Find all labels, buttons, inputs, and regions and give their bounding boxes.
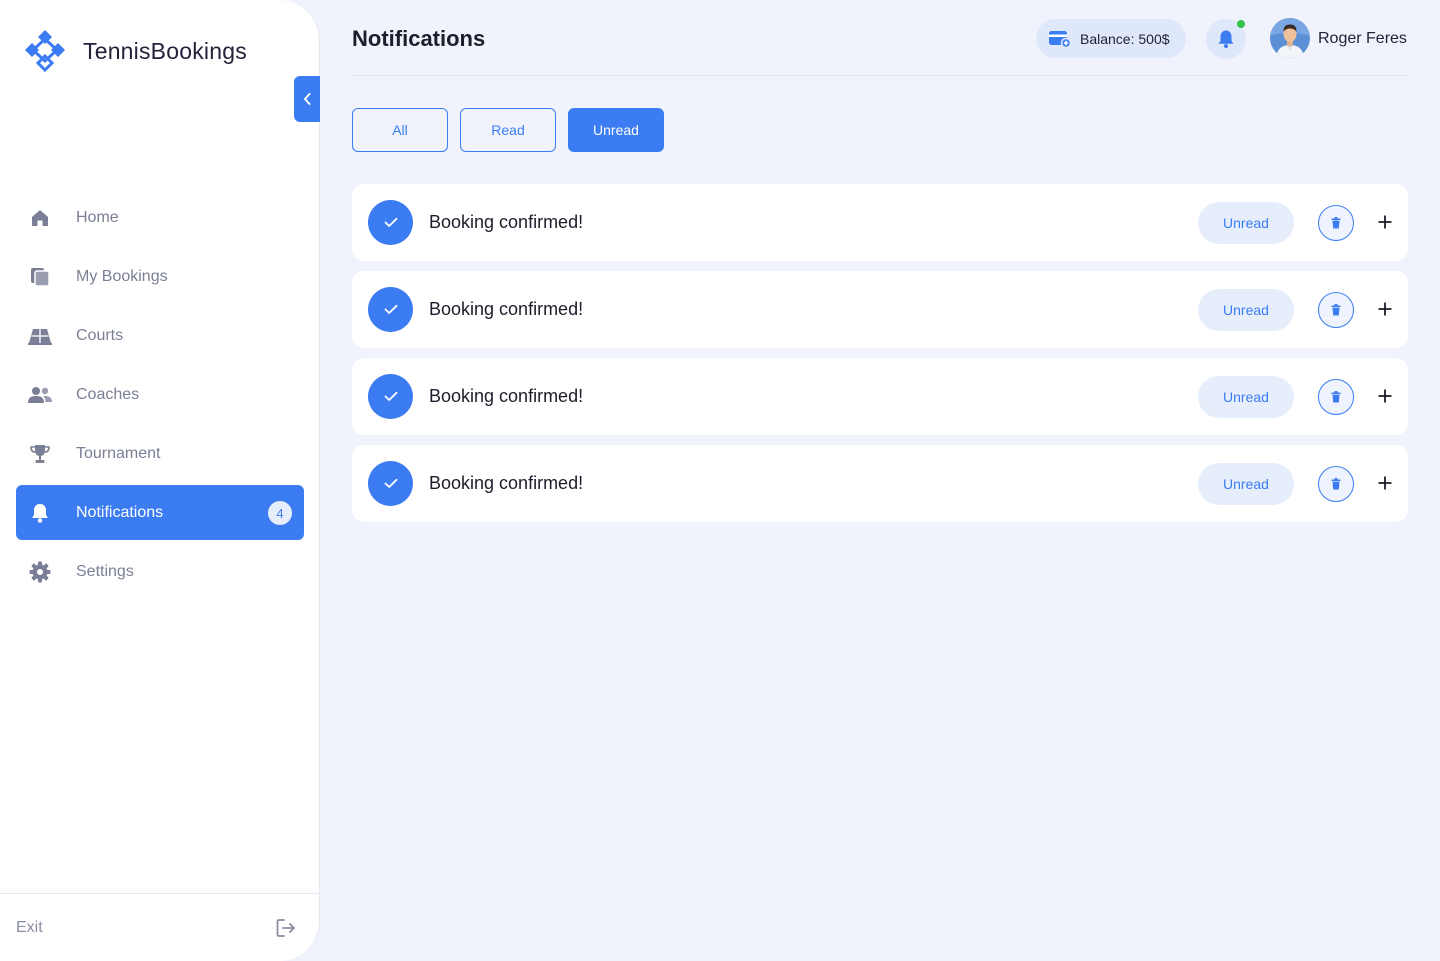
delete-button[interactable]	[1318, 292, 1354, 328]
balance-button[interactable]: Balance: 500$	[1036, 19, 1186, 58]
people-icon	[28, 383, 52, 407]
brand-name: TennisBookings	[83, 37, 247, 64]
sidebar-item-label: Tournament	[76, 444, 161, 462]
wallet-add-icon	[1049, 30, 1071, 48]
balance-text: Balance: 500$	[1080, 30, 1170, 47]
filter-all-button[interactable]: All	[352, 108, 448, 152]
mark-status-button[interactable]: Unread	[1198, 202, 1294, 244]
bell-icon	[1218, 30, 1234, 48]
check-icon	[368, 287, 413, 332]
trash-icon	[1331, 217, 1341, 229]
check-icon	[368, 461, 413, 506]
plus-icon	[1378, 302, 1392, 316]
sidebar-item-courts[interactable]: Courts	[16, 308, 304, 363]
unread-indicator-dot	[1237, 20, 1245, 28]
trophy-icon	[28, 442, 52, 466]
notification-title: Booking confirmed!	[429, 212, 584, 232]
sidebar-item-notifications[interactable]: Notifications 4	[16, 485, 304, 540]
delete-button[interactable]	[1318, 466, 1354, 502]
delete-button[interactable]	[1318, 379, 1354, 415]
mark-status-button[interactable]: Unread	[1198, 376, 1294, 418]
exit-label: Exit	[16, 918, 43, 936]
logout-icon	[276, 918, 295, 937]
avatar[interactable]	[1270, 18, 1310, 58]
exit-button[interactable]: Exit	[0, 893, 319, 961]
sidebar: TennisBookings Home My Bookings Courts C…	[0, 0, 320, 961]
home-icon	[28, 206, 52, 230]
plus-icon	[1378, 389, 1392, 403]
sidebar-item-label: Coaches	[76, 385, 140, 403]
sidebar-item-label: Courts	[76, 326, 124, 344]
expand-button[interactable]	[1374, 211, 1396, 233]
notification-item[interactable]: Booking confirmed! Unread	[352, 184, 1408, 261]
mark-status-button[interactable]: Unread	[1198, 463, 1294, 505]
filter-unread-button[interactable]: Unread	[568, 108, 664, 152]
mark-status-button[interactable]: Unread	[1198, 289, 1294, 331]
sidebar-item-home[interactable]: Home	[16, 190, 304, 245]
user-name[interactable]: Roger Feres	[1318, 30, 1407, 48]
sidebar-item-label: Settings	[76, 562, 134, 580]
notification-list: Booking confirmed! Unread Booking confir…	[352, 184, 1408, 532]
expand-button[interactable]	[1374, 472, 1396, 494]
notification-filters: All Read Unread	[352, 108, 676, 152]
sidebar-item-label: Home	[76, 208, 119, 226]
notification-item[interactable]: Booking confirmed! Unread	[352, 445, 1408, 522]
notification-title: Booking confirmed!	[429, 299, 584, 319]
filter-read-button[interactable]: Read	[460, 108, 556, 152]
sidebar-item-settings[interactable]: Settings	[16, 544, 304, 599]
check-icon	[368, 200, 413, 245]
page-title: Notifications	[352, 26, 486, 51]
court-icon	[28, 324, 52, 348]
sidebar-nav: Home My Bookings Courts Coaches Tourname…	[16, 190, 304, 603]
sidebar-item-my-bookings[interactable]: My Bookings	[16, 249, 304, 304]
expand-button[interactable]	[1374, 385, 1396, 407]
sidebar-item-label: Notifications	[76, 503, 164, 521]
logo[interactable]: TennisBookings	[22, 28, 247, 74]
sidebar-item-coaches[interactable]: Coaches	[16, 367, 304, 422]
notification-title: Booking confirmed!	[429, 386, 584, 406]
notification-item[interactable]: Booking confirmed! Unread	[352, 271, 1408, 348]
trash-icon	[1331, 391, 1341, 403]
logo-diamond-icon	[25, 30, 65, 73]
expand-button[interactable]	[1374, 298, 1396, 320]
bookings-icon	[28, 265, 52, 289]
trash-icon	[1331, 304, 1341, 316]
notification-count-badge: 4	[268, 501, 292, 525]
header-divider	[352, 75, 1408, 76]
plus-icon	[1378, 476, 1392, 490]
sidebar-item-label: My Bookings	[76, 267, 168, 285]
delete-button[interactable]	[1318, 205, 1354, 241]
gear-icon	[28, 560, 52, 584]
bell-icon	[28, 501, 52, 525]
user-photo	[1270, 18, 1310, 58]
notification-title: Booking confirmed!	[429, 473, 584, 493]
trash-icon	[1331, 478, 1341, 490]
check-icon	[368, 374, 413, 419]
plus-icon	[1378, 215, 1392, 229]
chevron-left-icon	[304, 93, 311, 105]
collapse-sidebar-button[interactable]	[294, 76, 320, 122]
notification-item[interactable]: Booking confirmed! Unread	[352, 358, 1408, 435]
sidebar-item-tournament[interactable]: Tournament	[16, 426, 304, 481]
